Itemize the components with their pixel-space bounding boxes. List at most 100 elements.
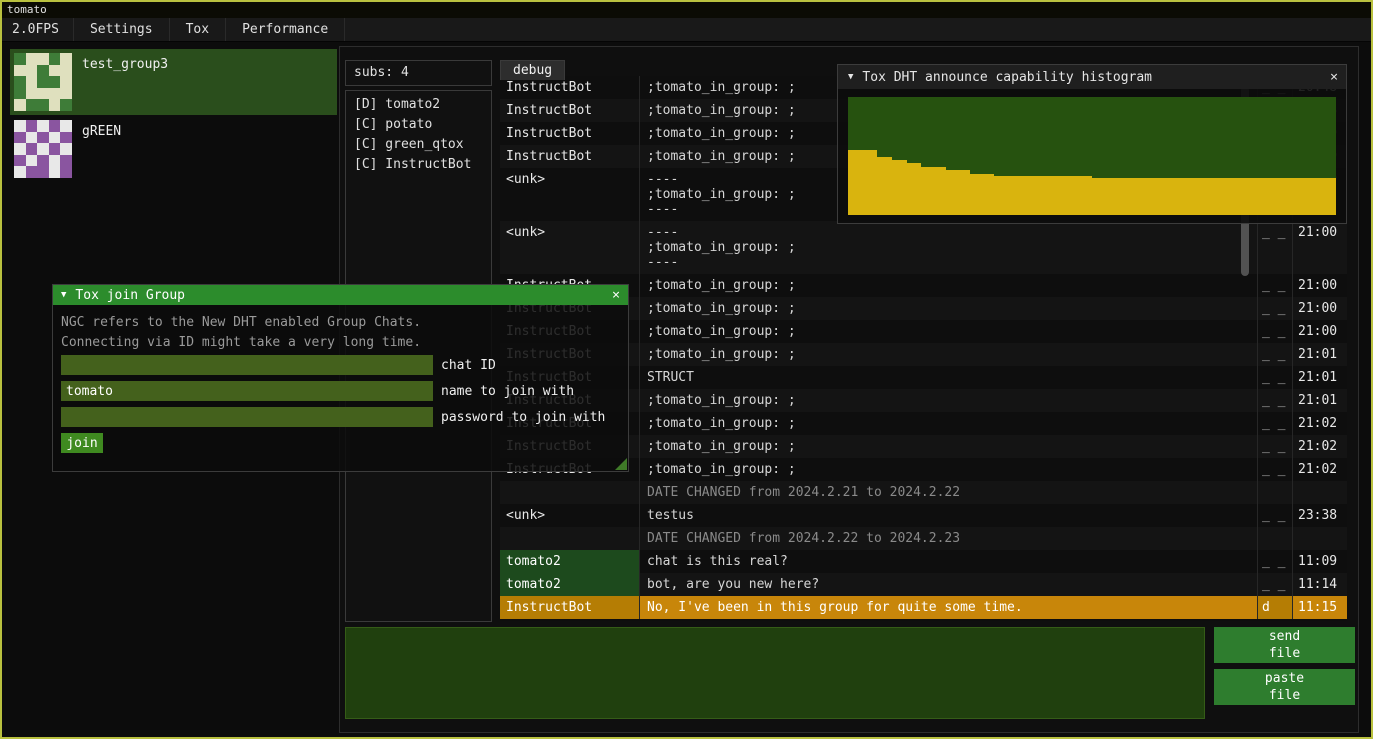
message-status: _ _ xyxy=(1258,221,1293,274)
message-text: ;tomato_in_group: ; xyxy=(640,320,1258,343)
histogram-bar xyxy=(970,174,994,215)
message-status: _ _ xyxy=(1258,550,1293,573)
histogram-bar xyxy=(1092,178,1336,215)
message-time xyxy=(1293,527,1347,550)
chat-message-row[interactable]: <unk>---- ;tomato_in_group: ; ----_ _21:… xyxy=(500,221,1347,274)
menu-item-settings[interactable]: Settings xyxy=(73,18,169,41)
message-text: ;tomato_in_group: ; xyxy=(640,343,1258,366)
chat-message-row[interactable]: tomato2chat is this real?_ _11:09 xyxy=(500,550,1347,573)
group-member-item[interactable]: [C] green_qtox xyxy=(346,135,491,155)
message-time: 21:02 xyxy=(1293,435,1347,458)
histogram-window: ▼ Tox DHT announce capability histogram … xyxy=(837,64,1347,224)
join-description-line2: Connecting via ID might take a very long… xyxy=(61,333,620,353)
menu-bar-items: SettingsToxPerformance xyxy=(73,18,345,41)
histogram-bar xyxy=(946,170,970,215)
contact-item[interactable]: test_group3 xyxy=(10,49,337,115)
message-status: _ _ xyxy=(1258,573,1293,596)
join-field-input[interactable] xyxy=(61,355,433,375)
chat-message-row[interactable]: <unk>testus_ _23:38 xyxy=(500,504,1347,527)
histogram-window-title: Tox DHT announce capability histogram xyxy=(862,70,1152,85)
contact-item[interactable]: gREEN xyxy=(10,116,337,182)
tab-debug[interactable]: debug xyxy=(500,60,565,80)
sender-name: <unk> xyxy=(500,168,640,221)
message-text: ;tomato_in_group: ; xyxy=(640,412,1258,435)
menu-item-performance[interactable]: Performance xyxy=(225,18,345,41)
message-status: _ _ xyxy=(1258,320,1293,343)
message-input[interactable] xyxy=(345,627,1205,719)
close-icon[interactable]: ✕ xyxy=(1330,70,1338,85)
message-time: 21:00 xyxy=(1293,274,1347,297)
window-titlebar[interactable]: tomato xyxy=(2,2,1371,18)
window-title: tomato xyxy=(7,3,47,16)
sender-name: <unk> xyxy=(500,221,640,274)
sender-name: InstructBot xyxy=(500,99,640,122)
message-status: _ _ xyxy=(1258,297,1293,320)
message-time: 11:09 xyxy=(1293,550,1347,573)
message-time: 21:00 xyxy=(1293,320,1347,343)
histogram-plot xyxy=(848,97,1336,215)
join-field-label: chat ID xyxy=(441,358,496,373)
join-field-row: chat ID xyxy=(61,355,620,375)
tab-debug-label: debug xyxy=(513,63,552,78)
message-text: ---- ;tomato_in_group: ; ---- xyxy=(640,221,1258,274)
sender-name: InstructBot xyxy=(500,145,640,168)
message-text: bot, are you new here? xyxy=(640,573,1258,596)
message-status xyxy=(1258,527,1293,550)
histogram-bar xyxy=(877,157,892,215)
group-member-item[interactable]: [C] InstructBot xyxy=(346,155,491,175)
group-member-item[interactable]: [C] potato xyxy=(346,115,491,135)
chat-message-row[interactable]: InstructBotNo, I've been in this group f… xyxy=(500,596,1347,619)
join-button[interactable]: join xyxy=(61,433,103,453)
message-status: _ _ xyxy=(1258,458,1293,481)
chat-system-row[interactable]: DATE CHANGED from 2024.2.21 to 2024.2.22 xyxy=(500,481,1347,504)
join-field-input[interactable] xyxy=(61,381,433,401)
message-time: 21:01 xyxy=(1293,343,1347,366)
message-status: _ _ xyxy=(1258,366,1293,389)
chat-system-row[interactable]: DATE CHANGED from 2024.2.22 to 2024.2.23 xyxy=(500,527,1347,550)
join-window-titlebar[interactable]: ▼ Tox join Group ✕ xyxy=(53,285,628,305)
join-fields: chat ID name to join with password to jo… xyxy=(61,355,620,427)
message-text: ;tomato_in_group: ; xyxy=(640,435,1258,458)
message-status: _ _ xyxy=(1258,435,1293,458)
menu-item-tox[interactable]: Tox xyxy=(169,18,225,41)
sender-name xyxy=(500,481,640,504)
message-text: ;tomato_in_group: ; xyxy=(640,389,1258,412)
resize-grip[interactable] xyxy=(615,458,627,470)
chat-message-row[interactable]: tomato2bot, are you new here?_ _11:14 xyxy=(500,573,1347,596)
join-description-line1: NGC refers to the New DHT enabled Group … xyxy=(61,313,620,333)
message-status: _ _ xyxy=(1258,343,1293,366)
join-field-label: name to join with xyxy=(441,384,574,399)
join-field-label: password to join with xyxy=(441,410,605,425)
histogram-bar xyxy=(892,160,907,215)
message-text: ;tomato_in_group: ; xyxy=(640,274,1258,297)
collapse-icon[interactable]: ▼ xyxy=(848,72,853,82)
contact-avatar xyxy=(14,53,72,111)
close-icon[interactable]: ✕ xyxy=(612,288,620,303)
send-file-button[interactable]: send file xyxy=(1214,627,1355,663)
sender-name: InstructBot xyxy=(500,122,640,145)
join-window-body: NGC refers to the New DHT enabled Group … xyxy=(53,305,628,461)
message-time: 21:01 xyxy=(1293,389,1347,412)
sender-name xyxy=(500,527,640,550)
message-text: testus xyxy=(640,504,1258,527)
collapse-icon[interactable]: ▼ xyxy=(61,290,66,300)
join-field-row: password to join with xyxy=(61,407,620,427)
join-field-input[interactable] xyxy=(61,407,433,427)
join-group-window: ▼ Tox join Group ✕ NGC refers to the New… xyxy=(52,284,629,472)
histogram-bar xyxy=(848,150,877,215)
group-member-item[interactable]: [D] tomato2 xyxy=(346,95,491,115)
contact-name: gREEN xyxy=(82,124,121,139)
paste-file-button[interactable]: paste file xyxy=(1214,669,1355,705)
app-window: tomato 2.0FPS SettingsToxPerformance tes… xyxy=(0,0,1373,739)
histogram-bar xyxy=(907,163,922,215)
message-time: 21:01 xyxy=(1293,366,1347,389)
message-status: _ _ xyxy=(1258,412,1293,435)
histogram-bar xyxy=(994,176,1092,215)
sender-name: <unk> xyxy=(500,504,640,527)
message-status: _ _ xyxy=(1258,504,1293,527)
subs-count-box: subs: 4 xyxy=(345,60,492,86)
contact-avatar xyxy=(14,120,72,178)
message-time: 21:00 xyxy=(1293,221,1347,274)
histogram-window-titlebar[interactable]: ▼ Tox DHT announce capability histogram … xyxy=(838,65,1346,89)
message-status: _ _ xyxy=(1258,274,1293,297)
